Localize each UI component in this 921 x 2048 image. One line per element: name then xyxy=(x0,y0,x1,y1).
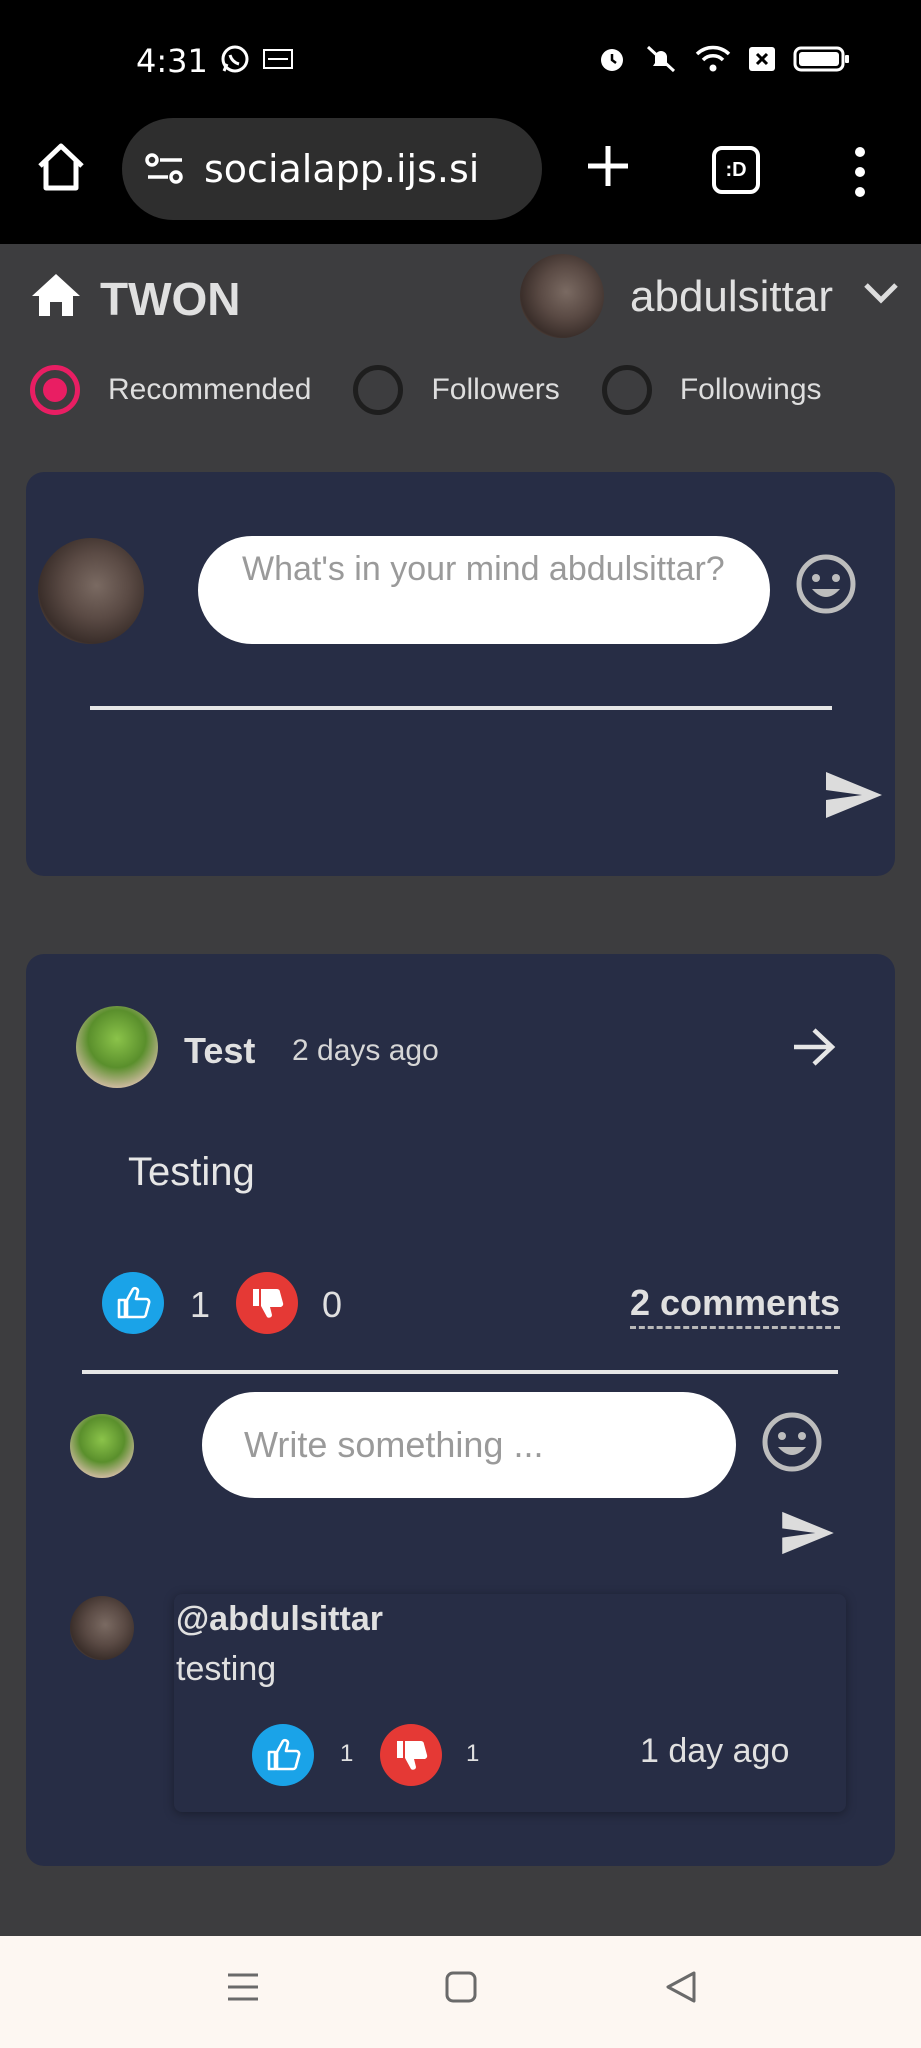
thumbs-up-icon xyxy=(117,1286,151,1319)
filter-label: Followings xyxy=(679,373,822,406)
radio-button[interactable] xyxy=(601,365,652,415)
like-button[interactable] xyxy=(102,1272,164,1334)
whatsapp-icon xyxy=(221,45,249,73)
send-icon[interactable] xyxy=(780,1510,836,1556)
system-nav-bar xyxy=(0,1936,921,2048)
comment-timestamp: 1 day ago xyxy=(640,1732,790,1770)
user-avatar[interactable] xyxy=(520,254,604,338)
alarm-icon xyxy=(601,49,623,71)
plus-icon xyxy=(588,146,628,186)
thumbs-down-icon xyxy=(397,1741,428,1770)
app-title[interactable]: TWON xyxy=(100,272,241,326)
filter-label: Recommended xyxy=(108,373,312,406)
comments-link[interactable]: 2 comments xyxy=(630,1282,841,1329)
post-card: Test 2 days ago Testing 1 0 2 comments W… xyxy=(26,954,895,1866)
new-tab-button[interactable] xyxy=(582,140,634,192)
recent-apps-icon[interactable] xyxy=(226,1970,260,2004)
emoji-icon[interactable] xyxy=(794,552,858,616)
emoji-icon[interactable] xyxy=(760,1410,824,1474)
divider xyxy=(90,706,832,710)
filter-label: Followers xyxy=(431,373,560,406)
status-right-icons xyxy=(597,44,851,74)
feed-filter: Recommended Followers Followings xyxy=(30,362,864,418)
app-header: TWON abdulsittar xyxy=(0,244,921,344)
status-time: 4:31 xyxy=(136,42,208,80)
home-icon[interactable] xyxy=(30,272,82,318)
site-settings-icon[interactable] xyxy=(144,152,186,186)
back-icon[interactable] xyxy=(664,1970,698,2004)
home-nav-icon[interactable] xyxy=(444,1970,478,2004)
comment-dislike-button[interactable] xyxy=(380,1724,442,1786)
filter-followers[interactable]: Followers xyxy=(353,365,560,415)
comment-dislike-count: 1 xyxy=(466,1740,480,1767)
post-author-avatar[interactable] xyxy=(76,1006,158,1088)
post-author[interactable]: Test xyxy=(184,1030,255,1072)
comment-input[interactable]: Write something ... xyxy=(202,1392,736,1498)
temu-icon xyxy=(263,49,293,69)
browser-home-button[interactable] xyxy=(34,140,88,194)
comment-avatar[interactable] xyxy=(70,1596,134,1660)
dislike-button[interactable] xyxy=(236,1272,298,1334)
browser-toolbar: socialapp.ijs.si :D xyxy=(0,110,921,244)
more-vertical-icon xyxy=(855,147,865,197)
radio-button[interactable] xyxy=(353,365,404,415)
wifi-icon xyxy=(695,45,731,72)
filter-recommended[interactable]: Recommended xyxy=(30,365,311,415)
mute-icon xyxy=(646,45,676,73)
chevron-down-icon[interactable] xyxy=(862,280,900,306)
header-username[interactable]: abdulsittar xyxy=(630,272,833,322)
post-composer: What's in your mind abdulsittar? xyxy=(26,472,895,876)
address-bar[interactable]: socialapp.ijs.si xyxy=(122,118,542,220)
comment: @abdulsittar testing 1 1 1 day ago xyxy=(174,1594,846,1812)
radio-button[interactable] xyxy=(30,365,80,415)
divider xyxy=(82,1370,838,1374)
thumbs-down-icon xyxy=(253,1289,284,1318)
send-icon[interactable] xyxy=(824,770,884,820)
dislike-count: 0 xyxy=(322,1284,343,1325)
filter-followings[interactable]: Followings xyxy=(601,365,822,415)
url-text: socialapp.ijs.si xyxy=(204,147,480,191)
tab-switcher-label: :D xyxy=(725,158,747,181)
tab-switcher-button[interactable]: :D xyxy=(712,146,760,194)
arrow-right-icon[interactable] xyxy=(790,1026,836,1068)
sim-icon xyxy=(749,47,775,71)
thumbs-up-icon xyxy=(267,1738,301,1771)
post-input[interactable]: What's in your mind abdulsittar? xyxy=(198,536,770,644)
comment-like-button[interactable] xyxy=(252,1724,314,1786)
comment-author[interactable]: @abdulsittar xyxy=(176,1600,383,1639)
reply-avatar xyxy=(70,1414,134,1478)
home-icon xyxy=(38,143,84,191)
post-body: Testing xyxy=(128,1150,255,1194)
browser-menu-button[interactable] xyxy=(846,146,874,198)
status-left-icons xyxy=(220,44,294,74)
battery-icon xyxy=(793,46,849,72)
comment-like-count: 1 xyxy=(340,1740,354,1767)
comment-text: testing xyxy=(176,1650,277,1688)
post-timestamp: 2 days ago xyxy=(292,1034,439,1067)
composer-avatar xyxy=(38,538,144,644)
like-count: 1 xyxy=(190,1284,211,1325)
status-bar: 4:31 xyxy=(0,0,921,110)
